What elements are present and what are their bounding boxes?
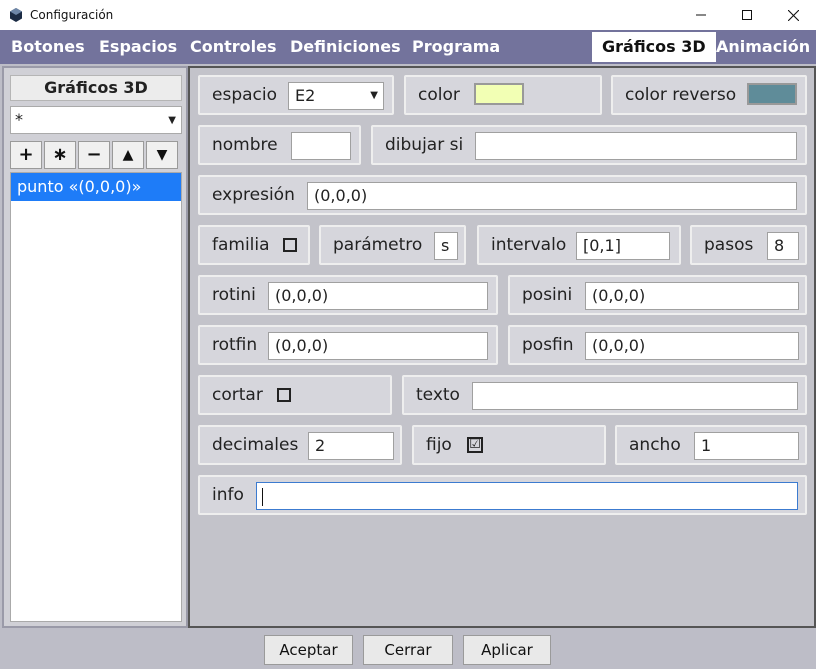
filter-select-value: *	[15, 110, 23, 129]
aplicar-button[interactable]: Aplicar	[463, 635, 551, 665]
minimize-icon	[696, 14, 706, 16]
menu-animacion[interactable]: Animación	[706, 30, 816, 64]
posfin-input[interactable]: (0,0,0)	[585, 332, 799, 360]
title-bar: Configuración	[0, 0, 816, 30]
menu-definiciones[interactable]: Definiciones	[280, 30, 411, 64]
maximize-icon	[742, 10, 752, 20]
menu-botones[interactable]: Botones	[1, 30, 95, 64]
posini-label: posini	[522, 285, 573, 305]
decimales-group: decimales 2	[198, 425, 402, 465]
espacio-label: espacio	[212, 85, 277, 105]
cortar-label: cortar	[212, 385, 263, 405]
move-down-button[interactable]: ▼	[146, 141, 178, 169]
texto-group: texto	[402, 375, 807, 415]
text-cursor	[262, 487, 263, 506]
left-panel: Gráficos 3D * ▼ + ∗ − ▲ ▼ punto «(0,0,0)…	[2, 66, 188, 628]
decimales-label: decimales	[212, 435, 299, 455]
espacio-group: espacio E2 ▼	[198, 75, 394, 115]
color-reverso-group: color reverso	[611, 75, 807, 115]
dropdown-arrow-icon: ▼	[168, 115, 176, 126]
add-button[interactable]: +	[10, 141, 42, 169]
intervalo-input[interactable]: [0,1]	[576, 232, 670, 260]
window-title: Configuración	[30, 8, 114, 22]
color-group: color	[404, 75, 602, 115]
maximize-button[interactable]	[724, 0, 770, 30]
menu-graficos-3d[interactable]: Gráficos 3D	[592, 32, 716, 62]
rotfin-input[interactable]: (0,0,0)	[268, 332, 488, 360]
expresion-input[interactable]: (0,0,0)	[307, 182, 797, 210]
parametro-label: parámetro	[333, 235, 423, 255]
filter-select[interactable]: * ▼	[10, 106, 182, 134]
graphics-list: punto «(0,0,0)»	[10, 172, 182, 622]
remove-button[interactable]: −	[78, 141, 110, 169]
posfin-group: posfin (0,0,0)	[508, 325, 807, 365]
color-label: color	[418, 85, 460, 105]
texto-label: texto	[416, 385, 460, 405]
familia-checkbox[interactable]	[283, 238, 297, 252]
rotini-group: rotini (0,0,0)	[198, 275, 498, 315]
menu-bar: Botones Espacios Controles Definiciones …	[0, 30, 816, 64]
minimize-button[interactable]	[678, 0, 724, 30]
posfin-label: posfin	[522, 335, 574, 355]
nombre-group: nombre	[198, 125, 361, 165]
intervalo-label: intervalo	[491, 235, 567, 255]
duplicate-button[interactable]: ∗	[44, 141, 76, 169]
familia-group: familia	[198, 225, 310, 265]
dropdown-arrow-icon: ▼	[370, 90, 378, 101]
menu-espacios[interactable]: Espacios	[89, 30, 187, 64]
app-icon	[10, 8, 22, 22]
close-icon	[787, 9, 799, 21]
info-input[interactable]	[256, 482, 798, 510]
color-reverso-label: color reverso	[625, 85, 737, 105]
graficos-header: Gráficos 3D	[10, 75, 182, 101]
ancho-label: ancho	[629, 435, 681, 455]
parametro-group: parámetro s	[319, 225, 466, 265]
list-item[interactable]: punto «(0,0,0)»	[11, 173, 181, 201]
familia-label: familia	[212, 235, 270, 255]
nombre-label: nombre	[212, 135, 278, 155]
pasos-input[interactable]: 8	[767, 232, 799, 260]
parametro-input[interactable]: s	[434, 232, 458, 260]
intervalo-group: intervalo [0,1]	[477, 225, 681, 265]
dibujar-si-label: dibujar si	[385, 135, 464, 155]
color-swatch[interactable]	[474, 83, 524, 105]
rotini-label: rotini	[212, 285, 256, 305]
fijo-label: fijo	[426, 435, 452, 455]
espacio-value: E2	[295, 86, 316, 105]
rotfin-group: rotfin (0,0,0)	[198, 325, 498, 365]
move-up-button[interactable]: ▲	[112, 141, 144, 169]
aceptar-button[interactable]: Aceptar	[264, 635, 353, 665]
menu-controles[interactable]: Controles	[180, 30, 287, 64]
menu-programa[interactable]: Programa	[402, 30, 510, 64]
fijo-checkbox[interactable]: ☑	[467, 437, 483, 453]
expresion-label: expresión	[212, 185, 295, 205]
ancho-group: ancho 1	[615, 425, 807, 465]
espacio-select[interactable]: E2 ▼	[288, 82, 384, 110]
color-reverso-swatch[interactable]	[747, 83, 797, 105]
nombre-input[interactable]	[291, 132, 351, 160]
decimales-input[interactable]: 2	[308, 432, 394, 460]
fijo-group: fijo ☑	[412, 425, 606, 465]
info-label: info	[212, 485, 244, 505]
posini-group: posini (0,0,0)	[508, 275, 807, 315]
form-panel: espacio E2 ▼ color color reverso nombre …	[188, 66, 816, 628]
expresion-group: expresión (0,0,0)	[198, 175, 807, 215]
rotfin-label: rotfin	[212, 335, 258, 355]
dibujar-si-input[interactable]	[475, 132, 797, 160]
dibujar-si-group: dibujar si	[371, 125, 807, 165]
posini-input[interactable]: (0,0,0)	[585, 282, 799, 310]
cortar-checkbox[interactable]	[277, 388, 291, 402]
ancho-input[interactable]: 1	[694, 432, 799, 460]
pasos-label: pasos	[704, 235, 754, 255]
cerrar-button[interactable]: Cerrar	[363, 635, 453, 665]
close-button[interactable]	[770, 0, 816, 30]
texto-input[interactable]	[472, 382, 798, 410]
pasos-group: pasos 8	[690, 225, 807, 265]
rotini-input[interactable]: (0,0,0)	[268, 282, 488, 310]
cortar-group: cortar	[198, 375, 392, 415]
info-group: info	[198, 475, 807, 515]
